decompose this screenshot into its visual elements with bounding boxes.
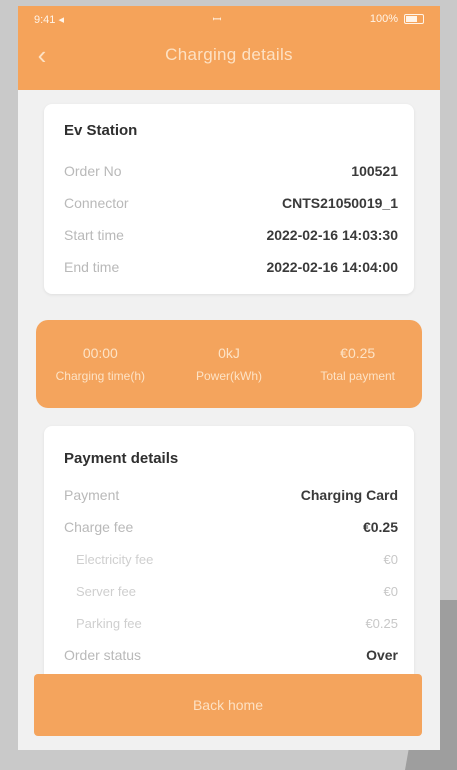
- charge-fee-row: Charge fee €0.25: [64, 511, 398, 543]
- electricity-fee-label: Electricity fee: [76, 551, 154, 567]
- status-time: 9:41 ◂: [34, 13, 64, 26]
- connector-row: Connector CNTS21050019_1: [64, 187, 398, 219]
- summary-label: Total payment: [320, 369, 396, 383]
- navigation-bar: ‹ Charging details: [18, 32, 440, 78]
- summary-power: 0kJ Power(kWh): [165, 345, 294, 383]
- payment-row: Payment Charging Card: [64, 479, 398, 511]
- payment-details-card: Payment details Payment Charging Card Ch…: [44, 426, 414, 684]
- electricity-fee-row: Electricity fee €0: [64, 543, 398, 575]
- connector-value: CNTS21050019_1: [282, 195, 398, 211]
- parking-fee-label: Parking fee: [76, 615, 142, 631]
- charge-fee-value: €0.25: [362, 519, 398, 535]
- status-bar: 9:41 ◂ ꟷ 100%: [18, 6, 440, 32]
- payment-label: Payment: [64, 487, 120, 503]
- start-time-value: 2022-02-16 14:03:30: [266, 227, 398, 243]
- charge-fee-label: Charge fee: [64, 519, 134, 535]
- ev-station-title: Ev Station: [64, 122, 138, 139]
- summary-value: €0.25: [340, 345, 376, 361]
- end-time-label: End time: [64, 259, 120, 275]
- ev-station-card: Ev Station Order No 100521 Connector CNT…: [44, 104, 414, 294]
- order-status-value: Over: [366, 647, 398, 663]
- server-fee-label: Server fee: [76, 583, 136, 599]
- back-home-button[interactable]: Back home: [34, 674, 422, 736]
- order-no-value: 100521: [351, 163, 398, 179]
- start-time-row: Start time 2022-02-16 14:03:30: [64, 219, 398, 251]
- battery-icon: [403, 14, 424, 24]
- summary-charging-time: 00:00 Charging time(h): [36, 345, 165, 383]
- summary-value: 00:00: [82, 345, 118, 361]
- page-title: Charging details: [165, 45, 293, 64]
- end-time-value: 2022-02-16 14:04:00: [266, 259, 398, 275]
- payment-value: Charging Card: [300, 487, 398, 503]
- parking-fee-row: Parking fee €0.25: [64, 607, 398, 639]
- order-status-label: Order status: [64, 647, 142, 663]
- end-time-row: End time 2022-02-16 14:04:00: [64, 251, 398, 283]
- server-fee-row: Server fee €0: [64, 575, 398, 607]
- parking-fee-value: €0.25: [365, 615, 398, 631]
- status-right: 100%: [370, 13, 424, 25]
- status-carrier: ꟷ: [212, 13, 222, 26]
- connector-label: Connector: [64, 195, 129, 211]
- summary-value: 0kJ: [218, 345, 240, 361]
- electricity-fee-value: €0: [383, 551, 398, 567]
- summary-label: Power(kWh): [196, 369, 263, 383]
- payment-details-title: Payment details: [64, 450, 179, 467]
- order-no-row: Order No 100521: [64, 155, 398, 187]
- start-time-label: Start time: [64, 227, 124, 243]
- server-fee-value: €0: [383, 583, 398, 599]
- chevron-left-icon: ‹: [37, 39, 47, 70]
- back-button[interactable]: ‹: [28, 40, 56, 70]
- summary-label: Charging time(h): [55, 369, 146, 383]
- order-status-row: Order status Over: [64, 639, 398, 671]
- header: 9:41 ◂ ꟷ 100% ‹ Charging details: [18, 6, 440, 90]
- summary-total-payment: €0.25 Total payment: [293, 345, 422, 383]
- order-no-label: Order No: [64, 163, 122, 179]
- charging-summary: 00:00 Charging time(h) 0kJ Power(kWh) €0…: [36, 320, 422, 408]
- battery-text: 100%: [369, 13, 398, 25]
- phone-screen: 9:41 ◂ ꟷ 100% ‹ Charging details Ev Stat…: [18, 6, 440, 750]
